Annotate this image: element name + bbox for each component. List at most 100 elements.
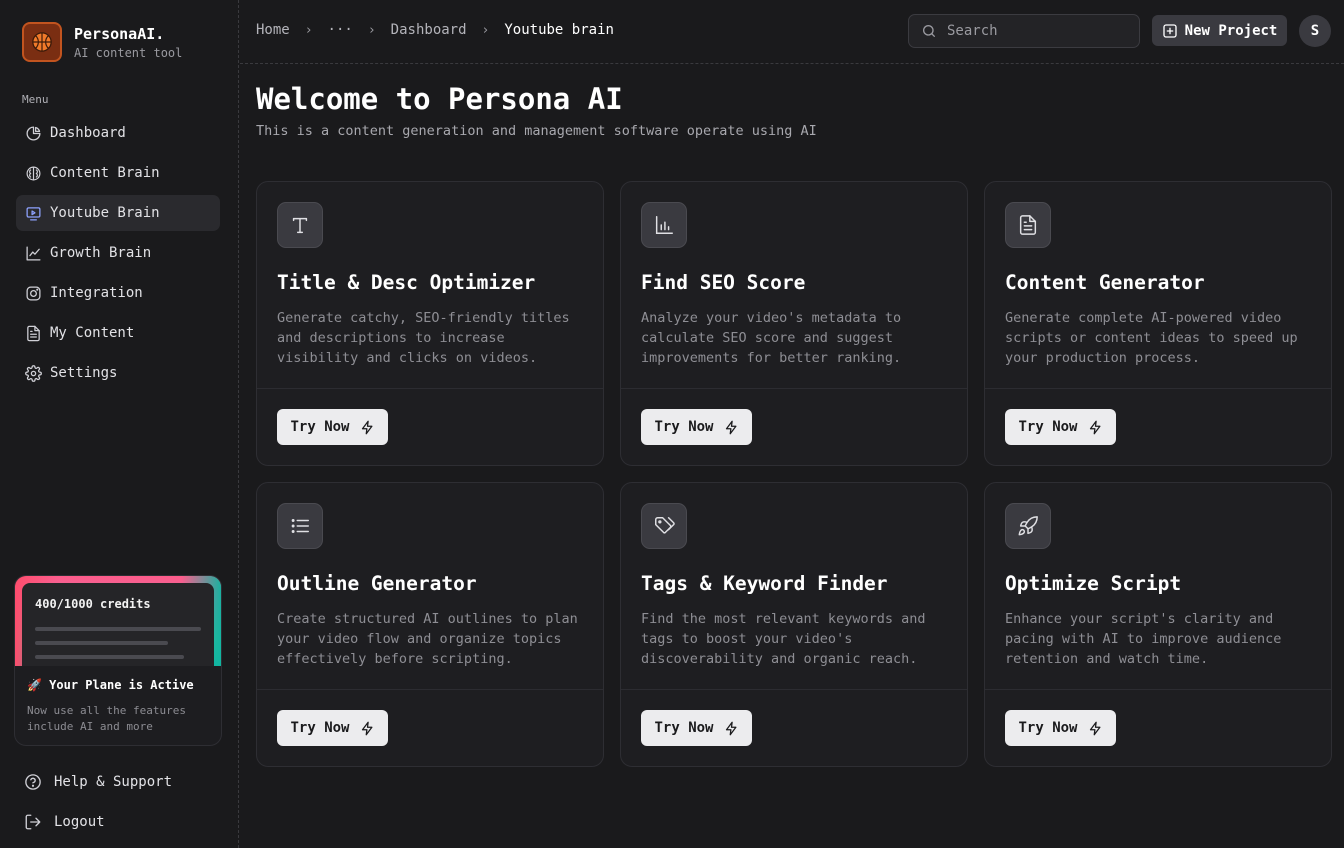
- bar-chart-icon: [641, 202, 687, 248]
- card-title: Optimize Script: [1005, 572, 1182, 595]
- sidebar-item-youtube-brain[interactable]: Youtube Brain: [16, 195, 220, 231]
- pie-chart-icon: [24, 124, 42, 142]
- breadcrumb-home[interactable]: Home: [256, 22, 290, 38]
- card-divider: [621, 689, 967, 690]
- sidebar-item-help-support[interactable]: Help & Support: [16, 764, 220, 800]
- brand-subtitle: AI content tool: [74, 45, 183, 60]
- card-title: Title & Desc Optimizer: [277, 271, 536, 294]
- try-now-button[interactable]: Try Now: [277, 710, 388, 746]
- card-divider: [985, 689, 1331, 690]
- credits-panel: 400/1000 credits: [22, 583, 214, 666]
- credits-card: 400/1000 credits 🚀 Your Plane is Active …: [14, 575, 222, 746]
- video-screen-icon: [24, 204, 42, 222]
- top-bar: Home › ··· › Dashboard › Youtube brain N…: [240, 0, 1344, 64]
- lightning-icon: [1088, 420, 1103, 435]
- card-description: Generate complete AI-powered video scrip…: [1005, 310, 1298, 366]
- card-divider: [985, 388, 1331, 389]
- chevron-right-icon: ›: [481, 22, 490, 38]
- sidebar-item-my-content[interactable]: My Content: [16, 315, 220, 351]
- page-subtitle: This is a content generation and managem…: [256, 123, 817, 139]
- instagram-icon: [24, 284, 42, 302]
- try-now-label: Try Now: [1018, 720, 1078, 736]
- sidebar-item-label: Dashboard: [50, 125, 126, 141]
- sidebar-item-label: Content Brain: [50, 165, 160, 181]
- menu-heading: Menu: [22, 93, 49, 106]
- list-icon: [277, 503, 323, 549]
- sidebar-item-label: Youtube Brain: [50, 205, 160, 221]
- try-now-button[interactable]: Try Now: [277, 409, 388, 445]
- card-title: Find SEO Score: [641, 271, 806, 294]
- credits-skeleton-line: [35, 641, 168, 645]
- try-now-button[interactable]: Try Now: [1005, 409, 1116, 445]
- sidebar-bottom-nav: Help & Support Logout: [16, 764, 220, 844]
- file-text-icon: [1005, 202, 1051, 248]
- sidebar-item-label: Logout: [54, 814, 105, 830]
- brain-icon: [24, 164, 42, 182]
- rocket-icon: [1005, 503, 1051, 549]
- document-icon: [24, 324, 42, 342]
- brand[interactable]: PersonaAI. AI content tool: [22, 22, 182, 62]
- help-circle-icon: [24, 773, 42, 791]
- card-divider: [257, 689, 603, 690]
- avatar[interactable]: S: [1299, 15, 1331, 47]
- lightning-icon: [360, 721, 375, 736]
- try-now-label: Try Now: [1018, 419, 1078, 435]
- tool-card-title-desc-optimizer: Title & Desc Optimizer Generate catchy, …: [256, 181, 604, 466]
- card-title: Tags & Keyword Finder: [641, 572, 888, 595]
- sidebar-item-content-brain[interactable]: Content Brain: [16, 155, 220, 191]
- card-title: Outline Generator: [277, 572, 477, 595]
- credits-skeleton-line: [35, 655, 184, 659]
- plan-status-description: Now use all the features include AI and …: [27, 704, 186, 733]
- logout-icon: [24, 813, 42, 831]
- new-project-label: New Project: [1184, 22, 1278, 39]
- sidebar-item-integration[interactable]: Integration: [16, 275, 220, 311]
- sidebar-item-settings[interactable]: Settings: [16, 355, 220, 391]
- card-description: Create structured AI outlines to plan yo…: [277, 611, 578, 667]
- breadcrumb-ellipsis[interactable]: ···: [328, 22, 353, 38]
- card-description: Find the most relevant keywords and tags…: [641, 611, 926, 667]
- line-chart-icon: [24, 244, 42, 262]
- credits-progress-bar: [35, 627, 201, 631]
- try-now-button[interactable]: Try Now: [641, 710, 752, 746]
- search-icon: [921, 23, 937, 39]
- tool-card-outline-generator: Outline Generator Create structured AI o…: [256, 482, 604, 767]
- card-title: Content Generator: [1005, 271, 1205, 294]
- tool-card-tags-keyword-finder: Tags & Keyword Finder Find the most rele…: [620, 482, 968, 767]
- try-now-label: Try Now: [290, 720, 350, 736]
- card-divider: [257, 388, 603, 389]
- lightning-icon: [724, 420, 739, 435]
- brand-name: PersonaAI.: [74, 24, 165, 43]
- lightning-icon: [724, 721, 739, 736]
- try-now-label: Try Now: [654, 419, 714, 435]
- sidebar: PersonaAI. AI content tool Menu Dashboar…: [0, 0, 239, 848]
- breadcrumb-dashboard[interactable]: Dashboard: [391, 22, 467, 38]
- sidebar-item-label: Integration: [50, 285, 143, 301]
- sidebar-item-logout[interactable]: Logout: [16, 804, 220, 840]
- breadcrumb-current: Youtube brain: [504, 22, 614, 38]
- new-project-button[interactable]: New Project: [1152, 15, 1287, 46]
- tool-card-optimize-script: Optimize Script Enhance your script's cl…: [984, 482, 1332, 767]
- sidebar-item-growth-brain[interactable]: Growth Brain: [16, 235, 220, 271]
- chevron-right-icon: ›: [304, 22, 313, 38]
- try-now-label: Try Now: [654, 720, 714, 736]
- plan-status-title: 🚀 Your Plane is Active: [27, 678, 194, 692]
- card-divider: [621, 388, 967, 389]
- try-now-label: Try Now: [290, 419, 350, 435]
- lightning-icon: [1088, 721, 1103, 736]
- search-box[interactable]: [908, 14, 1140, 48]
- card-description: Analyze your video's metadata to calcula…: [641, 310, 902, 366]
- sidebar-item-label: Growth Brain: [50, 245, 152, 261]
- sidebar-item-dashboard[interactable]: Dashboard: [16, 115, 220, 151]
- tool-card-content-generator: Content Generator Generate complete AI-p…: [984, 181, 1332, 466]
- try-now-button[interactable]: Try Now: [1005, 710, 1116, 746]
- card-description: Enhance your script's clarity and pacing…: [1005, 611, 1282, 667]
- sidebar-item-label: Settings: [50, 365, 118, 381]
- tool-card-find-seo-score: Find SEO Score Analyze your video's meta…: [620, 181, 968, 466]
- plus-square-icon: [1162, 23, 1178, 39]
- try-now-button[interactable]: Try Now: [641, 409, 752, 445]
- sidebar-item-label: My Content: [50, 325, 135, 341]
- search-input[interactable]: [947, 23, 1127, 39]
- tags-icon: [641, 503, 687, 549]
- lightning-icon: [360, 420, 375, 435]
- breadcrumb: Home › ··· › Dashboard › Youtube brain: [256, 22, 614, 38]
